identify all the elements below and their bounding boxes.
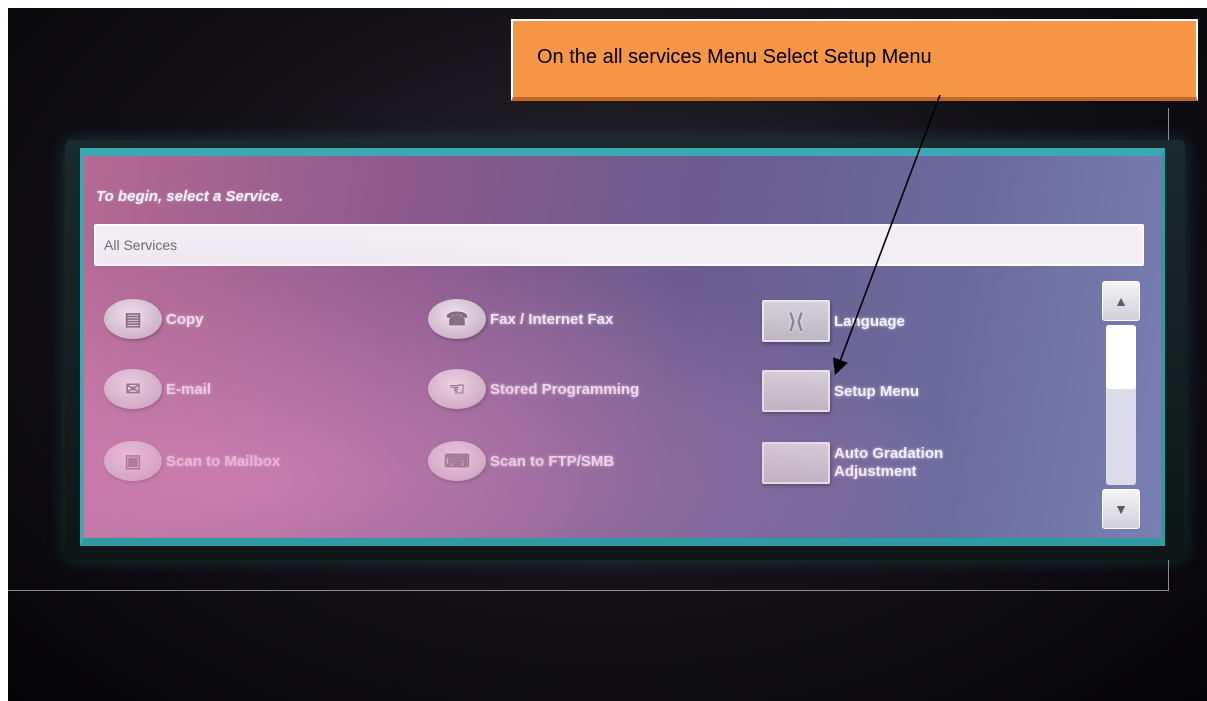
stored-programming-icon: ☜ (428, 369, 486, 409)
setup-menu-button[interactable]: Setup Menu (762, 370, 919, 412)
copy-icon: ▤ (104, 299, 162, 339)
email-label: E-mail (166, 380, 212, 398)
language-label: Language (834, 312, 905, 330)
scroll-up-button[interactable]: ▲ (1102, 281, 1140, 321)
ftp-icon: ⌨ (428, 441, 486, 481)
auto-gradation-icon (762, 442, 830, 484)
auto-gradation-label: Auto Gradation Adjustment (834, 445, 943, 481)
copy-button[interactable]: ▤ Copy (104, 299, 204, 339)
scan-to-mailbox-button[interactable]: ▣ Scan to Mailbox (104, 441, 280, 481)
service-scrollbar[interactable]: ▲ ▼ (1102, 281, 1140, 531)
setup-menu-icon (762, 370, 830, 412)
scan-to-ftp-label: Scan to FTP/SMB (490, 452, 615, 470)
scan-to-ftp-button[interactable]: ⌨ Scan to FTP/SMB (428, 441, 614, 481)
screen-prompt: To begin, select a Service. (96, 188, 284, 205)
scroll-thumb[interactable] (1106, 325, 1136, 389)
email-button[interactable]: ✉ E-mail (104, 369, 211, 409)
auto-gradation-line2: Adjustment (834, 463, 917, 480)
scroll-down-button[interactable]: ▼ (1102, 489, 1140, 529)
auto-gradation-line1: Auto Gradation (834, 445, 944, 462)
chevron-up-icon: ▲ (1114, 293, 1128, 309)
auto-gradation-button[interactable]: Auto Gradation Adjustment (762, 442, 943, 484)
fax-label: Fax / Internet Fax (490, 310, 614, 328)
scan-to-mailbox-label: Scan to Mailbox (166, 452, 281, 470)
callout-text: On the all services Menu Select Setup Me… (537, 46, 932, 68)
language-button[interactable]: ⟩⟨ Language (762, 300, 905, 342)
stored-programming-button[interactable]: ☜ Stored Programming (428, 369, 639, 409)
crop-line-horizontal (8, 590, 1168, 591)
stored-programming-label: Stored Programming (490, 380, 640, 398)
setup-menu-label: Setup Menu (834, 382, 919, 400)
instruction-callout: On the all services Menu Select Setup Me… (511, 19, 1198, 101)
chevron-down-icon: ▼ (1114, 501, 1128, 517)
copy-label: Copy (166, 310, 204, 328)
mailbox-icon: ▣ (104, 441, 162, 481)
touch-screen: To begin, select a Service. All Services… (80, 148, 1165, 546)
language-icon: ⟩⟨ (762, 300, 830, 342)
email-icon: ✉ (104, 369, 162, 409)
all-services-label: All Services (104, 237, 178, 253)
fax-icon: ☎ (428, 299, 486, 339)
all-services-bar[interactable]: All Services (94, 224, 1144, 266)
fax-button[interactable]: ☎ Fax / Internet Fax (428, 299, 613, 339)
